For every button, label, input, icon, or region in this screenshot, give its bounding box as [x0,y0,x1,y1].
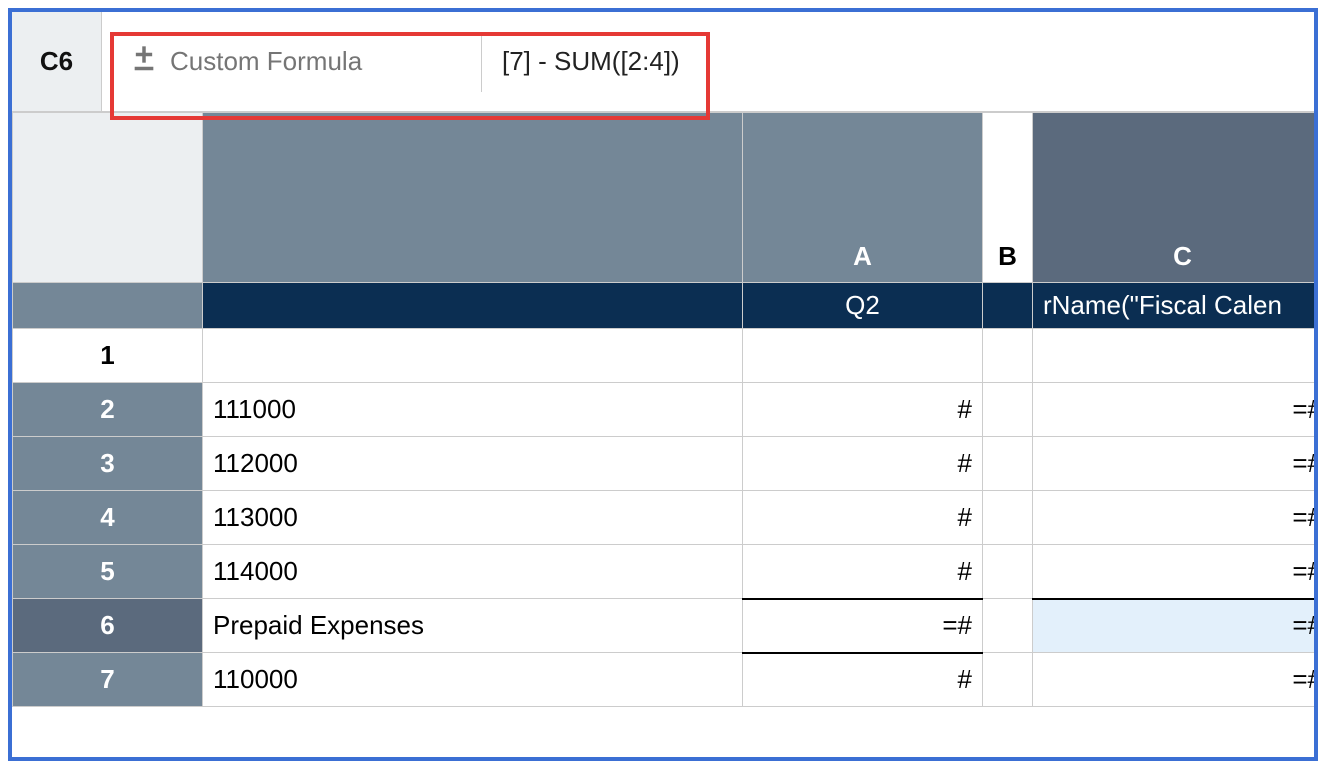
cell-b[interactable] [983,491,1033,545]
row-label-cell[interactable]: 110000 [203,653,743,707]
cell-b[interactable] [983,599,1033,653]
row-number[interactable]: 4 [13,491,203,545]
cell-a[interactable]: # [743,383,983,437]
formula-input[interactable]: [7] - SUM([2:4]) [482,46,700,77]
subheader-a[interactable]: Q2 [743,283,983,329]
row-label-cell[interactable]: 112000 [203,437,743,491]
custom-formula-label: Custom Formula [170,46,362,77]
cell-c[interactable]: =# [1033,437,1315,491]
custom-formula-button[interactable]: Custom Formula [112,32,482,92]
row-number[interactable]: 3 [13,437,203,491]
cell-c[interactable]: =# [1033,599,1315,653]
formula-bar: C6 Custom Formula [7] - SUM([2:4]) [12,12,1314,112]
cell-a[interactable]: # [743,491,983,545]
table-row: 4113000# =# [13,491,1315,545]
row-label-cell[interactable]: Prepaid Expenses [203,599,743,653]
table-row: 6Prepaid Expenses=#=# [13,599,1315,653]
table-row: 5114000# =# [13,545,1315,599]
cell-reference-box[interactable]: C6 [12,12,102,111]
column-header-a[interactable]: A [743,113,983,283]
row-number[interactable]: 1 [13,329,203,383]
plus-underline-icon [130,44,158,79]
cell-a[interactable]: =# [743,599,983,653]
cell-c[interactable]: =# [1033,491,1315,545]
row-number[interactable]: 7 [13,653,203,707]
spreadsheet-area[interactable]: A B C Q2 rName("Fiscal Calen 12111000#=#… [12,112,1314,707]
header-corner [13,113,203,283]
cell-b[interactable] [983,329,1033,383]
subheader-b[interactable] [983,283,1033,329]
row-label-cell[interactable] [203,329,743,383]
row-label-cell[interactable]: 114000 [203,545,743,599]
row-number[interactable]: 5 [13,545,203,599]
row-number[interactable]: 2 [13,383,203,437]
cell-a[interactable]: # [743,653,983,707]
table-row: 7110000# =# [13,653,1315,707]
cell-b[interactable] [983,383,1033,437]
column-header-c[interactable]: C [1033,113,1315,283]
cell-c[interactable] [1033,329,1315,383]
cell-a[interactable]: # [743,437,983,491]
cell-b[interactable] [983,653,1033,707]
subheader-label[interactable] [203,283,743,329]
table-row: 2111000# =# [13,383,1315,437]
row-label-cell[interactable]: 113000 [203,491,743,545]
cell-b[interactable] [983,545,1033,599]
table-row: 3112000# =# [13,437,1315,491]
cell-c[interactable]: =# [1033,653,1315,707]
subheader-row: Q2 rName("Fiscal Calen [13,283,1315,329]
subheader-c[interactable]: rName("Fiscal Calen [1033,283,1315,329]
cell-c[interactable]: =# [1033,545,1315,599]
column-header-b[interactable]: B [983,113,1033,283]
spreadsheet-table: A B C Q2 rName("Fiscal Calen 12111000#=#… [12,112,1314,707]
table-row: 1 [13,329,1315,383]
cell-c[interactable]: =# [1033,383,1315,437]
row-number[interactable]: 6 [13,599,203,653]
row-label-cell[interactable]: 111000 [203,383,743,437]
column-header-row: A B C [13,113,1315,283]
cell-a[interactable] [743,329,983,383]
header-label-blank[interactable] [203,113,743,283]
cell-b[interactable] [983,437,1033,491]
subheader-rownum [13,283,203,329]
cell-a[interactable]: # [743,545,983,599]
app-frame: C6 Custom Formula [7] - SUM([2:4]) [8,8,1318,761]
